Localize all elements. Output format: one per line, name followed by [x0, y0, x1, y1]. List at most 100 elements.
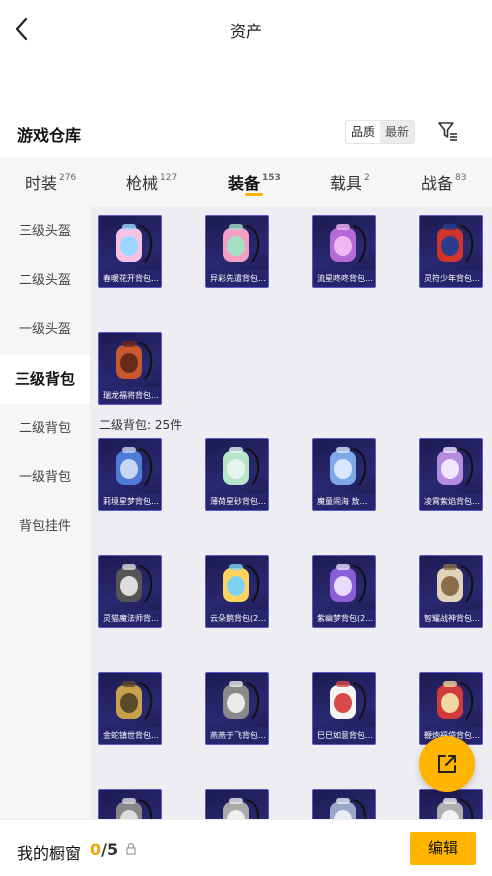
- category-tabs: 时装 276 枪械 127 装备 153 载具 2 战备 83: [0, 157, 492, 207]
- lock-icon: [126, 842, 136, 855]
- item-card[interactable]: 灵猫魔法师背…: [98, 555, 162, 628]
- tab-count: 2: [364, 172, 370, 183]
- sidebar-item-level3-backpack[interactable]: 三级背包: [0, 355, 90, 404]
- tab-count: 276: [59, 172, 77, 183]
- item-name: 异彩先遣背包…: [206, 270, 268, 287]
- tab-guns[interactable]: 枪械 127: [126, 170, 177, 194]
- backpack-icon: [116, 341, 153, 380]
- backpack-icon: [437, 798, 474, 819]
- item-card[interactable]: 异彩先遣背包…: [205, 215, 269, 288]
- item-card[interactable]: 春暖花开背包…: [98, 215, 162, 288]
- tab-supplies[interactable]: 战备 83: [421, 170, 466, 194]
- item-card[interactable]: 燕燕于飞背包…: [205, 672, 269, 745]
- backpack-icon: [330, 224, 367, 263]
- sidebar-item-level2-backpack[interactable]: 二级背包: [0, 404, 90, 453]
- tab-label: 载具: [330, 174, 363, 193]
- top-bar: 资产: [0, 0, 492, 58]
- sidebar-item-level2-helmet[interactable]: 二级头盔: [0, 256, 90, 305]
- sort-quality-button[interactable]: 品质: [346, 121, 380, 143]
- backpack-icon: [223, 681, 260, 720]
- item-name: 金蛇镇世背包…: [99, 727, 161, 744]
- backpack-icon: [330, 564, 367, 603]
- item-card[interactable]: [98, 789, 162, 819]
- tab-count: 153: [262, 172, 281, 183]
- item-card[interactable]: 巳巳如意背包…: [312, 672, 376, 745]
- warehouse-title: 游戏仓库: [17, 126, 82, 145]
- sort-toggle: 品质 最新: [345, 120, 416, 144]
- item-card[interactable]: 凌霄紫焰背包…: [419, 438, 483, 511]
- active-tab-indicator: [245, 193, 263, 196]
- item-card[interactable]: 紫幽梦背包(2…: [312, 555, 376, 628]
- item-card[interactable]: 智耀战神背包…: [419, 555, 483, 628]
- share-external-icon: [438, 755, 456, 773]
- backpack-icon: [223, 798, 260, 819]
- backpack-icon: [116, 447, 153, 486]
- backpack-icon: [437, 564, 474, 603]
- tab-label: 装备: [228, 174, 261, 193]
- item-name: 薄荷星砂背包…: [206, 493, 268, 510]
- backpack-icon: [330, 681, 367, 720]
- backpack-icon: [116, 681, 153, 720]
- tab-count: 127: [160, 172, 178, 183]
- showcase-count-total: /5: [101, 840, 119, 859]
- item-grid: 春暖花开背包… 异彩先遣背包… 流星咚咚背包… 灵符少年背包… 瑞龙福将背包… 莉境星梦背…: [90, 207, 492, 819]
- backpack-icon: [116, 564, 153, 603]
- item-name: 云朵鹅背包(2…: [206, 610, 268, 627]
- item-card[interactable]: 薄荷星砂背包…: [205, 438, 269, 511]
- backpack-icon: [437, 224, 474, 263]
- item-card[interactable]: [312, 789, 376, 819]
- item-name: 灵符少年背包…: [420, 270, 482, 287]
- item-name: 智耀战神背包…: [420, 610, 482, 627]
- item-card[interactable]: 流星咚咚背包…: [312, 215, 376, 288]
- item-name: 巳巳如意背包…: [313, 727, 375, 744]
- share-button[interactable]: [419, 736, 475, 792]
- tab-label: 时装: [25, 174, 58, 193]
- item-name: 燕燕于飞背包…: [206, 727, 268, 744]
- item-name: 春暖花开背包…: [99, 270, 161, 287]
- tab-label: 战备: [421, 174, 454, 193]
- showcase-count-current: 0: [90, 840, 102, 859]
- sort-latest-button[interactable]: 最新: [380, 121, 415, 143]
- item-card[interactable]: 金蛇镇世背包…: [98, 672, 162, 745]
- filter-icon[interactable]: [437, 120, 459, 142]
- item-name: 紫幽梦背包(2…: [313, 610, 375, 627]
- sidebar-item-backpack-charm[interactable]: 背包挂件: [0, 502, 90, 551]
- item-card[interactable]: [205, 789, 269, 819]
- item-name: 灵猫魔法师背…: [99, 610, 161, 627]
- tab-count: 83: [455, 172, 467, 183]
- item-card[interactable]: 灵符少年背包…: [419, 215, 483, 288]
- bottom-bar: 我的橱窗 0/5 编辑: [0, 819, 492, 876]
- backpack-icon: [223, 564, 260, 603]
- backpack-icon: [223, 224, 260, 263]
- backpack-icon: [116, 798, 153, 819]
- backpack-icon: [437, 681, 474, 720]
- item-card[interactable]: 云朵鹅背包(2…: [205, 555, 269, 628]
- tab-label: 枪械: [126, 174, 159, 193]
- item-name: 流星咚咚背包…: [313, 270, 375, 287]
- tab-equipment[interactable]: 装备 153: [228, 170, 281, 194]
- edit-button[interactable]: 编辑: [410, 832, 476, 865]
- section-label: 二级背包: 25件: [99, 418, 183, 432]
- sidebar-item-level1-helmet[interactable]: 一级头盔: [0, 305, 90, 354]
- item-card[interactable]: 莉境星梦背包…: [98, 438, 162, 511]
- tab-vehicles[interactable]: 载具 2: [330, 170, 370, 194]
- page-title: 资产: [229, 22, 262, 41]
- item-name: 瑞龙福将背包…: [99, 387, 161, 404]
- item-card[interactable]: 魔童闹海 敖…: [312, 438, 376, 511]
- backpack-icon: [330, 798, 367, 819]
- backpack-icon: [437, 447, 474, 486]
- backpack-icon: [116, 224, 153, 263]
- item-name: 凌霄紫焰背包…: [420, 493, 482, 510]
- item-card[interactable]: 鞭炮福袋背包…: [419, 672, 483, 745]
- sidebar-item-level1-backpack[interactable]: 一级背包: [0, 453, 90, 502]
- item-card[interactable]: 瑞龙福将背包…: [98, 332, 162, 405]
- sidebar-item-level3-helmet[interactable]: 三级头盔: [0, 207, 90, 256]
- item-card[interactable]: [419, 789, 483, 819]
- backpack-icon: [223, 447, 260, 486]
- showcase-count: 0/5: [90, 840, 118, 859]
- sidebar: 三级头盔 二级头盔 一级头盔 三级背包 二级背包 一级背包 背包挂件: [0, 207, 90, 819]
- backpack-icon: [330, 447, 367, 486]
- tab-fashion[interactable]: 时装 276: [25, 170, 76, 194]
- item-name: 莉境星梦背包…: [99, 493, 161, 510]
- showcase-title: 我的橱窗: [17, 844, 82, 863]
